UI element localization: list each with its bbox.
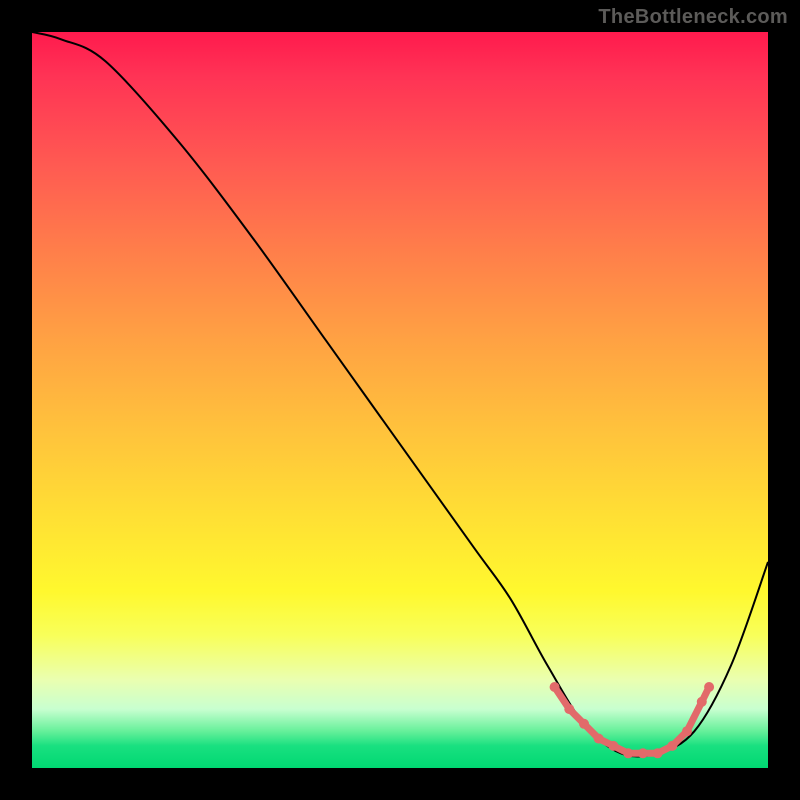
optimal-region-point [638,748,648,758]
chart-svg [32,32,768,768]
optimal-region-point [704,682,714,692]
chart-container: TheBottleneck.com [0,0,800,800]
optimal-region-point [682,726,692,736]
optimal-region-point [579,719,589,729]
optimal-region-point [550,682,560,692]
optimal-region-point [564,704,574,714]
plot-area [32,32,768,768]
optimal-region-point [623,748,633,758]
optimal-region-point [667,741,677,751]
bottleneck-curve [32,32,768,757]
optimal-region-point [653,748,663,758]
optimal-region-point [594,734,604,744]
watermark-text: TheBottleneck.com [598,6,788,29]
optimal-region-point [697,697,707,707]
optimal-region-point [608,741,618,751]
optimal-region-markers [550,682,715,758]
